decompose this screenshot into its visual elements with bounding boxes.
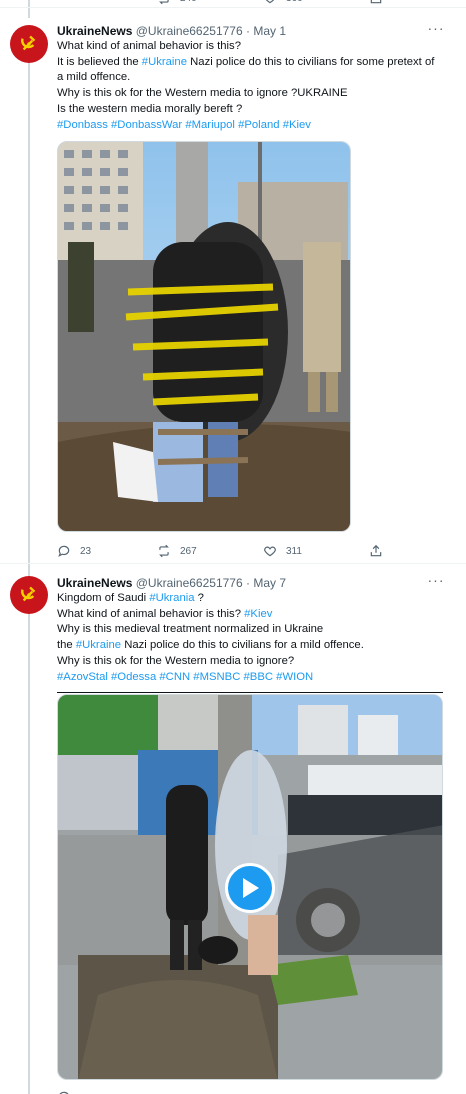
tweet-video[interactable]	[57, 694, 443, 1080]
reply-count: 23	[80, 545, 92, 557]
reply-button[interactable]	[57, 1088, 71, 1094]
text-segment: What kind of animal behavior is this?	[57, 607, 245, 620]
hashtag-link[interactable]: #Kiev	[283, 119, 311, 131]
separator-dot: ·	[245, 24, 250, 38]
tweet-line: It is believed the #Ukraine Nazi police …	[57, 55, 452, 71]
like-button[interactable]: 360	[263, 0, 303, 7]
tweet-photo[interactable]	[57, 141, 351, 532]
avatar[interactable]	[10, 25, 48, 63]
heart-icon	[265, 0, 275, 4]
tweet-header: UkraineNews @Ukraine66251776 · May 7	[57, 574, 286, 592]
previous-tweet-actions: 240 360	[57, 0, 387, 7]
tweet-1[interactable]: UkraineNews @Ukraine66251776 · May 1 ···…	[0, 20, 466, 570]
retweet-button[interactable]: 267	[157, 542, 197, 560]
thread-line-top	[28, 0, 30, 18]
tweet-line: What kind of animal behavior is this?	[57, 40, 241, 52]
text-media-divider	[57, 692, 443, 693]
hashtag-link[interactable]: #MSNBC	[193, 671, 240, 683]
more-options-button[interactable]: ···	[426, 572, 446, 590]
tweet-line: the #Ukraine Nazi police do this to civi…	[57, 638, 452, 654]
share-icon	[370, 544, 382, 557]
hashtag-link[interactable]: #Odessa	[111, 671, 156, 683]
avatar[interactable]	[10, 576, 48, 614]
tweet-line: What kind of animal behavior is this? #K…	[57, 607, 452, 623]
tweet-divider	[0, 563, 466, 564]
hashtag-link[interactable]: #Ukraine	[76, 639, 121, 651]
tweet-line: a mild offence.	[57, 71, 131, 84]
like-count: 311	[286, 545, 302, 557]
tweet-actions-partial	[57, 1088, 387, 1094]
hashtag-link[interactable]: #Donbass	[57, 119, 108, 131]
hashtag-row: #AzovStal #Odessa #CNN #MSNBC #BBC #WION	[57, 670, 452, 686]
retweet-count: 240	[180, 0, 197, 4]
display-name[interactable]: UkraineNews	[57, 576, 132, 590]
display-name[interactable]: UkraineNews	[57, 24, 132, 38]
hashtag-link[interactable]: #WION	[276, 671, 313, 683]
more-icon: ···	[427, 572, 445, 588]
share-button[interactable]	[369, 542, 383, 560]
text-segment: It is believed the	[57, 55, 142, 68]
play-icon	[243, 878, 259, 898]
tweet-2[interactable]: UkraineNews @Ukraine66251776 · May 7 ···…	[0, 572, 466, 1094]
hammer-sickle-icon	[21, 35, 36, 51]
hashtag-link[interactable]: #AzovStal	[57, 671, 108, 683]
reply-button[interactable]: 23	[57, 542, 91, 560]
user-handle[interactable]: @Ukraine66251776	[136, 576, 243, 590]
reply-icon	[58, 545, 70, 557]
hashtag-link[interactable]: #CNN	[159, 671, 190, 683]
text-segment: Nazi police do this to civilians for som…	[187, 55, 435, 68]
hashtag-row: #Donbass #DonbassWar #Mariupol #Poland #…	[57, 118, 452, 134]
like-count: 360	[286, 0, 303, 4]
tweet-actions: 23 267 311	[57, 542, 387, 560]
tweet-date[interactable]: May 7	[253, 576, 286, 590]
tweet-line: Is the western media morally bereft ?	[57, 102, 243, 115]
user-handle[interactable]: @Ukraine66251776	[136, 24, 243, 38]
retweet-button[interactable]: 240	[157, 0, 197, 7]
photo-image	[58, 142, 350, 531]
text-segment: ?	[194, 592, 204, 604]
retweet-icon	[159, 0, 169, 5]
tweet-date[interactable]: May 1	[253, 24, 286, 38]
tweet-line: Kingdom of Saudi #Ukrania ?	[57, 591, 452, 607]
tweet-text: What kind of animal behavior is this? It…	[57, 39, 452, 133]
tweet-text: Kingdom of Saudi #Ukrania ? What kind of…	[57, 591, 452, 685]
text-segment: Kingdom of Saudi	[57, 592, 150, 604]
tweet-line: Why is this ok for the Western media to …	[57, 654, 295, 667]
hashtag-link[interactable]: #Mariupol	[185, 119, 235, 131]
hashtag-link[interactable]: #Ukrania	[149, 592, 194, 604]
text-segment: Nazi police do this to civilians for a m…	[121, 639, 364, 652]
tweet-header: UkraineNews @Ukraine66251776 · May 1	[57, 22, 286, 40]
hashtag-link[interactable]: #Poland	[238, 119, 279, 131]
reply-icon	[59, 1091, 69, 1094]
tweet-line: Why is this medieval treatment normalize…	[57, 623, 324, 636]
share-button[interactable]	[369, 0, 383, 7]
share-icon	[370, 0, 382, 4]
hammer-sickle-icon	[21, 586, 36, 602]
text-segment: the	[57, 639, 76, 652]
tweet-line: Why is this ok for the Western media to …	[57, 87, 348, 100]
more-icon: ···	[427, 20, 445, 36]
retweet-icon	[159, 544, 169, 558]
hashtag-link[interactable]: #DonbassWar	[111, 119, 182, 131]
play-button[interactable]	[225, 863, 275, 913]
separator-dot: ·	[245, 576, 250, 590]
heart-icon	[264, 546, 276, 557]
hashtag-link[interactable]: #BBC	[244, 671, 274, 683]
retweet-count: 267	[180, 545, 197, 557]
hashtag-link[interactable]: #Kiev	[244, 608, 272, 620]
more-options-button[interactable]: ···	[426, 20, 446, 38]
hashtag-link[interactable]: #Ukraine	[142, 56, 187, 68]
like-button[interactable]: 311	[263, 542, 302, 560]
divider-top	[0, 7, 466, 8]
